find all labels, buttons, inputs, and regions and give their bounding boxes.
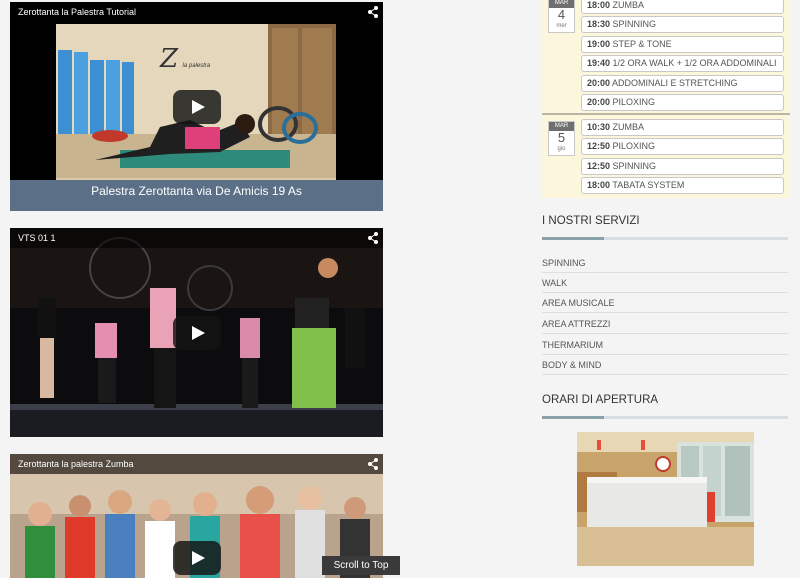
date-badge: MAR 4 mer <box>548 0 575 33</box>
event-time: 19:00 <box>587 39 611 49</box>
date-weekday: gio <box>557 146 566 152</box>
reception-photo <box>577 432 754 566</box>
date-badge: MAR 5 gio <box>548 121 575 156</box>
event-name: SPINNING <box>612 161 657 171</box>
event-time: 20:00 <box>587 97 611 107</box>
event-time: 12:50 <box>587 141 611 151</box>
logo-text: la palestra <box>182 63 211 69</box>
play-button[interactable] <box>172 541 221 575</box>
event-name: PILOXING <box>612 97 656 107</box>
event-time: 18:00 <box>587 180 611 190</box>
event-item[interactable]: 19:00 STEP & TONE <box>581 36 784 53</box>
video-title[interactable]: VTS 01 1 <box>10 228 383 248</box>
service-link-area-musicale[interactable]: AREA MUSICALE <box>542 293 788 313</box>
service-link-body-mind[interactable]: BODY & MIND <box>542 355 788 375</box>
play-button[interactable] <box>172 89 221 124</box>
title-underline <box>542 416 788 419</box>
calendar-divider <box>542 113 790 115</box>
event-name: PILOXING <box>612 141 656 151</box>
service-link-spinning[interactable]: SPINNING <box>542 253 788 273</box>
opening-hours-title: ORARI DI APERTURA <box>542 394 659 406</box>
event-item[interactable]: 19:40 1/2 ORA WALK + 1/2 ORA ADDOMINALI <box>581 55 784 72</box>
event-item[interactable]: 18:00 ZUMBA <box>581 0 784 14</box>
event-item[interactable]: 20:00 ADDOMINALI E STRETCHING <box>581 75 784 92</box>
event-item[interactable]: 12:50 PILOXING <box>581 138 784 155</box>
event-item[interactable]: 20:00 PILOXING <box>581 94 784 111</box>
video-title[interactable]: Zerottanta la palestra Zumba <box>10 454 383 474</box>
event-item[interactable]: 18:00 TABATA SYSTEM <box>581 177 784 194</box>
event-time: 18:00 <box>587 0 611 10</box>
event-name: ZUMBA <box>612 122 645 132</box>
date-day: 4 <box>557 7 566 22</box>
event-name: STEP & TONE <box>612 39 672 49</box>
event-name: SPINNING <box>612 19 657 29</box>
title-underline <box>542 237 788 240</box>
event-name: 1/2 ORA WALK + 1/2 ORA ADDOMINALI <box>612 58 777 68</box>
service-link-thermarium[interactable]: THERMARIUM <box>542 335 788 355</box>
event-name: ADDOMINALI E STRETCHING <box>612 78 738 88</box>
event-name: ZUMBA <box>612 0 645 10</box>
services-title: I NOSTRI SERVIZI <box>542 215 640 227</box>
video-player-vts[interactable]: VTS 01 1 <box>10 228 383 437</box>
logo-letter: Z <box>160 44 179 74</box>
event-time: 20:00 <box>587 78 611 88</box>
play-button[interactable] <box>172 315 221 350</box>
video-caption: Palestra Zerottanta via De Amicis 19 As <box>91 184 302 198</box>
date-day: 5 <box>557 130 566 145</box>
event-time: 12:50 <box>587 161 611 171</box>
share-icon[interactable] <box>368 232 378 244</box>
event-time: 10:30 <box>587 122 611 132</box>
share-icon[interactable] <box>368 458 378 470</box>
date-weekday: mer <box>556 23 567 29</box>
service-link-area-attrezzi[interactable]: AREA ATTREZZI <box>542 314 788 334</box>
scroll-to-top-button[interactable]: Scroll to Top <box>322 556 400 575</box>
event-item[interactable]: 10:30 ZUMBA <box>581 119 784 136</box>
service-link-walk[interactable]: WALK <box>542 273 788 293</box>
event-time: 18:30 <box>587 19 611 29</box>
event-time: 19:40 <box>587 58 611 68</box>
brand-logo: Z la palestra <box>160 44 210 74</box>
event-item[interactable]: 12:50 SPINNING <box>581 158 784 175</box>
share-icon[interactable] <box>368 6 378 18</box>
video-player-tutorial[interactable]: Z la palestra Palestra Zerottanta via De… <box>10 2 383 211</box>
video-title[interactable]: Zerottanta la Palestra Tutorial <box>10 2 383 22</box>
event-item[interactable]: 18:30 SPINNING <box>581 16 784 33</box>
event-name: TABATA SYSTEM <box>612 180 685 190</box>
